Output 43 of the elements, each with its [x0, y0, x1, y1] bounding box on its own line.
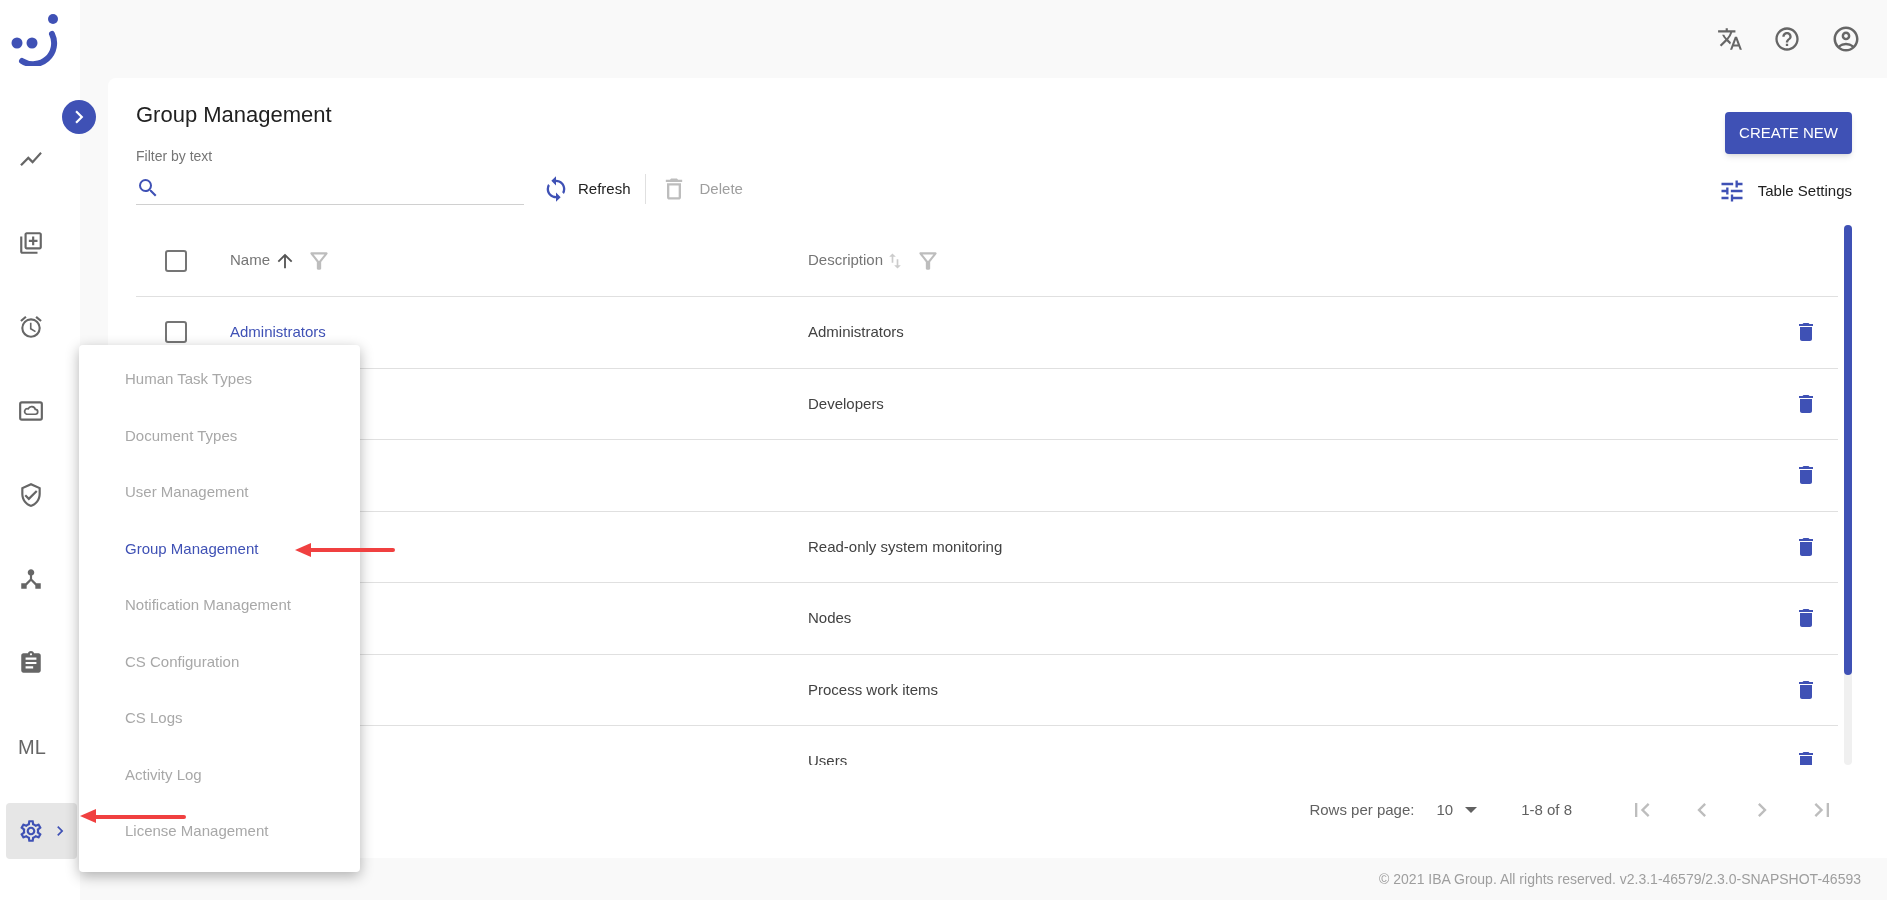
- table-settings-button[interactable]: Table Settings: [1717, 173, 1852, 209]
- column-header[interactable]: Name: [230, 249, 270, 272]
- dropdown-caret-icon: [1465, 807, 1478, 813]
- hub-icon: [18, 566, 44, 592]
- page-range: 1-8 of 8: [1521, 799, 1572, 820]
- checkbox[interactable]: [165, 249, 187, 272]
- table-cell: Nodes: [808, 609, 852, 627]
- menu-item[interactable]: User Management: [79, 464, 360, 521]
- sidebar-item[interactable]: [6, 803, 77, 859]
- account-icon[interactable]: [1831, 24, 1861, 54]
- menu-item[interactable]: Document Types: [79, 407, 360, 464]
- shield-check-icon: [18, 482, 44, 508]
- scrollbar-thumb[interactable]: [1844, 225, 1852, 675]
- column-header[interactable]: Description: [808, 249, 884, 272]
- settings-icon: [18, 818, 44, 844]
- footer-text: © 2021 IBA Group. All rights reserved. v2.3.1-46579/2.3.0-SNAPSHOT-46593: [1379, 869, 1861, 889]
- menu-item[interactable]: CS Logs: [79, 690, 360, 747]
- page-title: Group Management: [136, 101, 332, 129]
- rows-per-page-label: Rows per page:: [1309, 799, 1415, 820]
- menu-item[interactable]: License Management: [79, 803, 360, 860]
- clipboard-icon: [18, 650, 44, 676]
- expand-sidebar-button[interactable]: [62, 100, 96, 134]
- sidebar-item[interactable]: ML: [6, 719, 77, 775]
- create-new-button[interactable]: CREATE NEW: [1725, 112, 1852, 154]
- table-cell: Developers: [808, 394, 884, 412]
- refresh-button[interactable]: Refresh: [536, 171, 637, 207]
- cloud-box-icon: [18, 398, 44, 424]
- group-name-link[interactable]: Administrators: [230, 323, 326, 341]
- table-cell: Process work items: [808, 680, 939, 698]
- menu-item[interactable]: CS Configuration: [79, 633, 360, 690]
- rows-per-page-select[interactable]: 10: [1436, 798, 1478, 822]
- filter-label: Filter by text: [136, 147, 214, 166]
- menu-item[interactable]: Group Management: [79, 520, 360, 577]
- table-cell: Administrators: [808, 323, 904, 341]
- help-icon[interactable]: [1773, 25, 1801, 53]
- table-cell: Read-only system monitoring: [808, 537, 1003, 555]
- menu-item[interactable]: Human Task Types: [79, 351, 360, 408]
- menu-item[interactable]: Activity Log: [79, 746, 360, 803]
- checkbox[interactable]: [165, 321, 187, 344]
- add-to-stack-icon: [18, 230, 44, 256]
- menu-item[interactable]: Notification Management: [79, 577, 360, 634]
- alarm-clock-icon: [18, 314, 44, 340]
- translate-icon[interactable]: [1717, 26, 1743, 52]
